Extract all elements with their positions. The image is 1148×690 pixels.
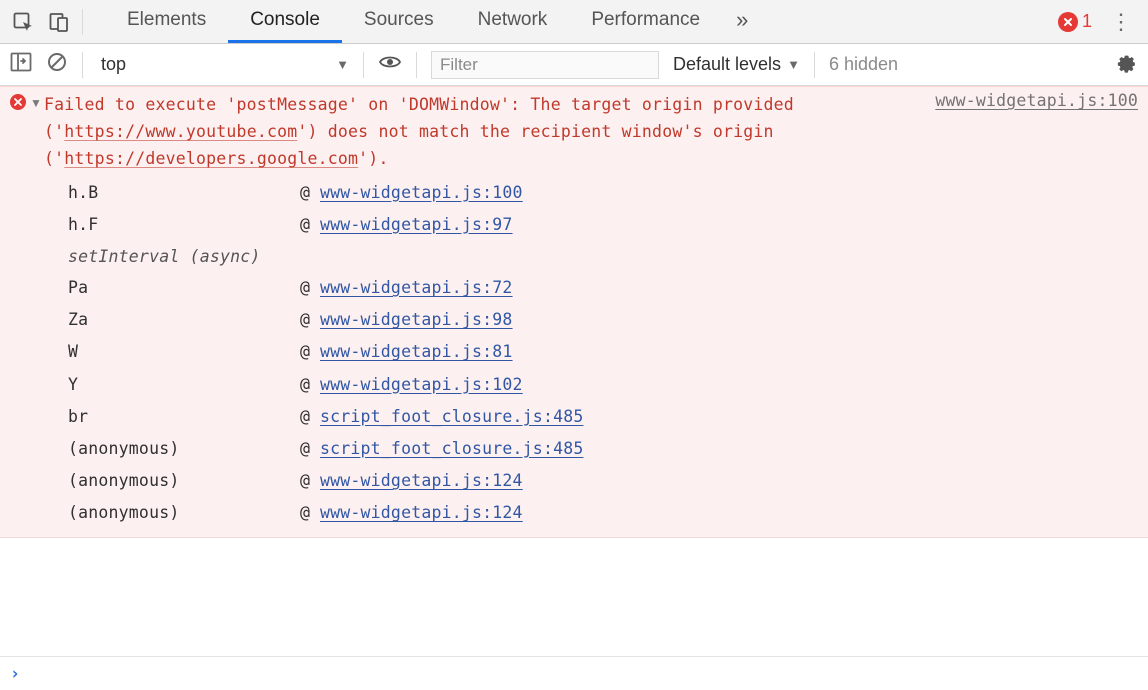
- context-label: top: [101, 54, 126, 75]
- tab-performance[interactable]: Performance: [569, 0, 722, 43]
- stack-function: Za: [68, 304, 300, 336]
- stack-at: @: [300, 433, 320, 465]
- stack-frame: h.F@www-widgetapi.js:97: [68, 209, 1138, 241]
- error-count: 1: [1082, 11, 1092, 32]
- tab-console[interactable]: Console: [228, 0, 342, 43]
- stack-source-link[interactable]: www-widgetapi.js:124: [320, 465, 1138, 497]
- clear-console-icon[interactable]: [46, 51, 68, 78]
- levels-label: Default levels: [673, 54, 781, 75]
- msg-url: https://developers.google.com: [64, 149, 358, 168]
- tab-elements[interactable]: Elements: [105, 0, 228, 43]
- devtools-tabs: Elements Console Sources Network Perform…: [105, 0, 762, 43]
- console-settings-icon[interactable]: [1116, 51, 1138, 78]
- stack-frame: (anonymous)@www-widgetapi.js:124: [68, 497, 1138, 529]
- execution-context-select[interactable]: top ▼: [97, 51, 349, 79]
- stack-frame: Y@www-widgetapi.js:102: [68, 369, 1138, 401]
- tab-sources[interactable]: Sources: [342, 0, 456, 43]
- stack-at: @: [300, 336, 320, 368]
- stack-function: h.B: [68, 177, 300, 209]
- stack-function: h.F: [68, 209, 300, 241]
- stack-at: @: [300, 304, 320, 336]
- tabs-right-cluster: 1 ⋮: [1058, 9, 1140, 35]
- stack-source-link[interactable]: www-widgetapi.js:81: [320, 336, 1138, 368]
- stack-function: Pa: [68, 272, 300, 304]
- stack-frame: br@script_foot_closure.js:485: [68, 401, 1138, 433]
- overflow-glyph: »: [736, 7, 748, 33]
- stack-source-link[interactable]: www-widgetapi.js:98: [320, 304, 1138, 336]
- stack-at: @: [300, 465, 320, 497]
- stack-source-link[interactable]: script_foot_closure.js:485: [320, 401, 1138, 433]
- stack-frame: (anonymous)@script_foot_closure.js:485: [68, 433, 1138, 465]
- stack-frame: Za@www-widgetapi.js:98: [68, 304, 1138, 336]
- msg-part: ').: [358, 149, 388, 168]
- tab-label: Elements: [127, 9, 206, 31]
- tab-label: Console: [250, 9, 320, 31]
- tabs-overflow-button[interactable]: »: [722, 0, 762, 43]
- toggle-console-sidebar-icon[interactable]: [10, 52, 32, 77]
- stack-function: W: [68, 336, 300, 368]
- separator: [814, 52, 815, 78]
- console-error-entry: ▼ Failed to execute 'postMessage' on 'DO…: [0, 86, 1148, 538]
- live-expression-icon[interactable]: [378, 54, 402, 75]
- stack-source-link[interactable]: script_foot_closure.js:485: [320, 433, 1138, 465]
- source-link[interactable]: www-widgetapi.js:100: [935, 91, 1138, 110]
- stack-function: (anonymous): [68, 465, 300, 497]
- stack-trace: h.B@www-widgetapi.js:100h.F@www-widgetap…: [10, 173, 1138, 530]
- stack-function: Y: [68, 369, 300, 401]
- devtools-tabs-bar: Elements Console Sources Network Perform…: [0, 0, 1148, 44]
- log-levels-select[interactable]: Default levels ▼: [673, 54, 800, 75]
- async-boundary-label: setInterval (async): [68, 241, 1138, 272]
- hidden-messages-count[interactable]: 6 hidden: [829, 54, 898, 75]
- stack-at: @: [300, 497, 320, 529]
- more-menu-icon[interactable]: ⋮: [1102, 9, 1140, 35]
- stack-function: (anonymous): [68, 433, 300, 465]
- separator: [82, 9, 83, 35]
- error-icon: [1058, 12, 1078, 32]
- tab-label: Network: [478, 9, 548, 31]
- stack-source-link[interactable]: www-widgetapi.js:102: [320, 369, 1138, 401]
- stack-at: @: [300, 369, 320, 401]
- inspect-element-icon[interactable]: [8, 7, 38, 37]
- stack-frame: h.B@www-widgetapi.js:100: [68, 177, 1138, 209]
- console-output: ▼ Failed to execute 'postMessage' on 'DO…: [0, 86, 1148, 656]
- tab-network[interactable]: Network: [456, 0, 570, 43]
- error-icon: [10, 94, 26, 110]
- error-message: Failed to execute 'postMessage' on 'DOMW…: [40, 91, 919, 173]
- prompt-chevron-icon: ›: [10, 664, 20, 683]
- error-count-badge[interactable]: 1: [1058, 11, 1092, 32]
- filter-input[interactable]: [431, 51, 659, 79]
- stack-at: @: [300, 177, 320, 209]
- stack-function: br: [68, 401, 300, 433]
- stack-source-link[interactable]: www-widgetapi.js:100: [320, 177, 1138, 209]
- tab-label: Performance: [591, 9, 700, 31]
- msg-url: https://www.youtube.com: [64, 122, 297, 141]
- separator: [82, 52, 83, 78]
- separator: [363, 52, 364, 78]
- entry-gutter: ▼: [10, 91, 40, 110]
- stack-source-link[interactable]: www-widgetapi.js:72: [320, 272, 1138, 304]
- stack-at: @: [300, 209, 320, 241]
- stack-frame: Pa@www-widgetapi.js:72: [68, 272, 1138, 304]
- stack-frame: W@www-widgetapi.js:81: [68, 336, 1138, 368]
- stack-source-link[interactable]: www-widgetapi.js:124: [320, 497, 1138, 529]
- chevron-down-icon: ▼: [787, 57, 800, 72]
- stack-function: (anonymous): [68, 497, 300, 529]
- stack-at: @: [300, 401, 320, 433]
- stack-frame: (anonymous)@www-widgetapi.js:124: [68, 465, 1138, 497]
- stack-source-link[interactable]: www-widgetapi.js:97: [320, 209, 1138, 241]
- separator: [416, 52, 417, 78]
- console-prompt[interactable]: ›: [0, 656, 1148, 690]
- console-toolbar: top ▼ Default levels ▼ 6 hidden: [0, 44, 1148, 86]
- stack-at: @: [300, 272, 320, 304]
- device-toolbar-icon[interactable]: [44, 7, 74, 37]
- chevron-down-icon: ▼: [336, 57, 349, 72]
- tab-label: Sources: [364, 9, 434, 31]
